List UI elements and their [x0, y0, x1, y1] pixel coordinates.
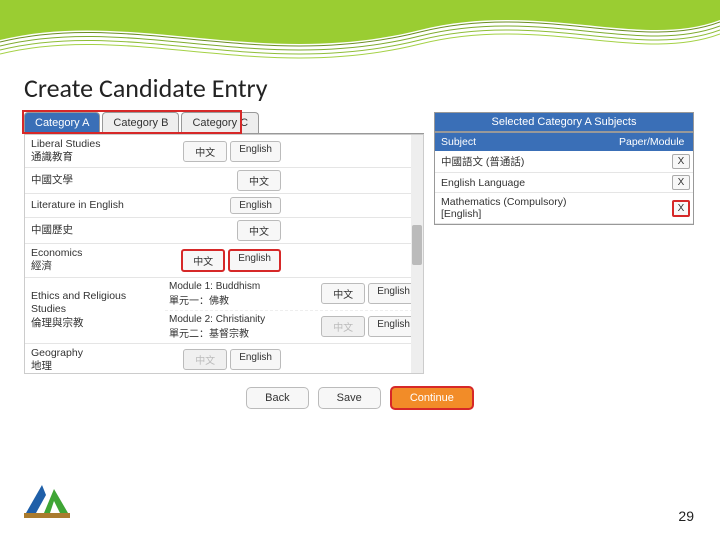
back-button[interactable]: Back — [246, 387, 308, 409]
col-paper: Paper/Module — [613, 133, 693, 151]
bottom-buttons: Back Save Continue — [0, 374, 720, 410]
selected-row: 中國語文 (普通話) X — [435, 151, 693, 173]
save-button[interactable]: Save — [318, 387, 381, 409]
remove-button[interactable]: X — [672, 154, 690, 169]
subject-row: Liberal Studies通識教育 中文 English — [25, 135, 423, 168]
selected-table: Subject Paper/Module 中國語文 (普通話) X Englis… — [434, 132, 694, 225]
tab-category-a[interactable]: Category A — [24, 112, 100, 133]
selected-row: English Language X — [435, 173, 693, 193]
subject-row: 中國歷史 中文 — [25, 218, 423, 244]
subject-row: Geography地理 中文 English — [25, 344, 423, 375]
tab-category-b[interactable]: Category B — [102, 112, 179, 133]
lang-cn-button[interactable]: 中文 — [183, 141, 227, 162]
subject-name: Liberal Studies通識教育 — [25, 135, 165, 167]
category-tabs: Category A Category B Category C — [24, 112, 424, 134]
page-number: 29 — [678, 508, 694, 524]
lang-cn-button[interactable]: 中文 — [321, 283, 365, 304]
lang-cn-button[interactable]: 中文 — [237, 170, 281, 191]
selected-subject: English Language — [435, 174, 609, 192]
module-label: Module 1: Buddhism單元一：佛教 — [165, 278, 303, 310]
subject-name: Geography地理 — [25, 344, 165, 375]
selected-subject: Mathematics (Compulsory) [English] — [435, 193, 609, 223]
lang-en-button[interactable]: English — [230, 349, 281, 370]
subject-name: 中國文學 — [25, 171, 165, 190]
selected-paper — [609, 205, 669, 211]
subject-row: 中國文學 中文 — [25, 168, 423, 194]
lang-cn-button[interactable]: 中文 — [237, 220, 281, 241]
scrollbar[interactable] — [411, 135, 423, 373]
subject-list: Liberal Studies通識教育 中文 English 中國文學 中文 L… — [24, 134, 424, 374]
continue-button[interactable]: Continue — [390, 386, 474, 410]
selected-paper — [609, 180, 669, 186]
left-panel: Category A Category B Category C Liberal… — [24, 112, 424, 374]
subject-row: Ethics and Religious Studies倫理與宗教 Module… — [25, 278, 423, 344]
remove-button[interactable]: X — [672, 200, 690, 217]
page-title: Create Candidate Entry — [0, 60, 720, 112]
remove-button[interactable]: X — [672, 175, 690, 190]
lang-cn-button[interactable]: 中文 — [183, 349, 227, 370]
subject-name: 中國歷史 — [25, 221, 165, 240]
scrollbar-thumb[interactable] — [412, 225, 422, 265]
selected-row: Mathematics (Compulsory) [English] X — [435, 193, 693, 224]
eaa-logo-icon — [24, 481, 70, 522]
subject-name: Ethics and Religious Studies倫理與宗教 — [25, 287, 165, 332]
lang-en-button[interactable]: English — [230, 197, 281, 214]
lang-en-button[interactable]: English — [228, 249, 281, 272]
selected-subject: 中國語文 (普通話) — [435, 151, 609, 172]
selected-paper — [609, 159, 669, 165]
subject-row: Literature in English English — [25, 194, 423, 218]
subject-name: Literature in English — [25, 196, 165, 215]
tab-category-c[interactable]: Category C — [181, 112, 259, 133]
lang-en-button[interactable]: English — [230, 141, 281, 162]
subject-row: Economics經濟 中文 English — [25, 244, 423, 277]
subject-name: Economics經濟 — [25, 244, 165, 276]
wave-header — [0, 0, 720, 60]
selected-header: Selected Category A Subjects — [434, 112, 694, 132]
module-label: Module 2: Christianity單元二：基督宗教 — [165, 311, 303, 343]
lang-cn-button[interactable]: 中文 — [321, 316, 365, 337]
selected-columns: Subject Paper/Module — [435, 133, 693, 151]
col-subject: Subject — [435, 133, 613, 151]
right-panel: Selected Category A Subjects Subject Pap… — [434, 112, 694, 374]
lang-cn-button[interactable]: 中文 — [181, 249, 225, 272]
